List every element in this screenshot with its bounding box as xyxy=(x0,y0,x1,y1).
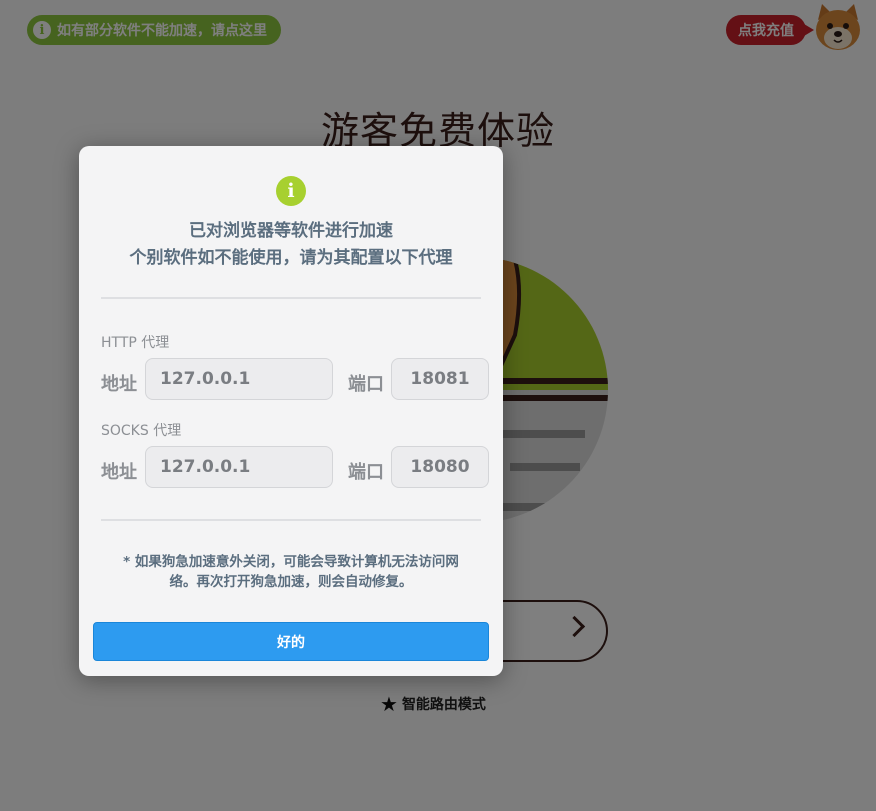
warning-footnote: * 如果狗急加速意外关闭，可能会导致计算机无法访问网 络。再次打开狗急加速，则会… xyxy=(95,552,487,592)
socks-port-value: 18080 xyxy=(410,457,470,477)
http-port-label: 端口 xyxy=(348,374,384,395)
http-address-value: 127.0.0.1 xyxy=(160,369,251,389)
dialog-title-line2: 个别软件如不能使用，请为其配置以下代理 xyxy=(129,248,453,268)
divider xyxy=(101,297,481,299)
socks-address-field[interactable]: 127.0.0.1 xyxy=(145,446,333,488)
http-address-label: 地址 xyxy=(101,374,137,395)
ok-button-label: 好的 xyxy=(277,634,305,651)
socks-port-label: 端口 xyxy=(348,462,384,483)
dialog-title: 已对浏览器等软件进行加速 个别软件如不能使用，请为其配置以下代理 xyxy=(79,218,503,272)
http-section-label: HTTP 代理 xyxy=(101,335,170,351)
http-port-field[interactable]: 18081 xyxy=(391,358,489,400)
ok-button[interactable]: 好的 xyxy=(93,622,489,661)
socks-port-field[interactable]: 18080 xyxy=(391,446,489,488)
footnote-line2: 络。再次打开狗急加速，则会自动修复。 xyxy=(169,574,413,590)
http-port-value: 18081 xyxy=(410,369,470,389)
dialog-title-line1: 已对浏览器等软件进行加速 xyxy=(189,221,393,241)
socks-address-label: 地址 xyxy=(101,462,137,483)
footnote-line1: * 如果狗急加速意外关闭，可能会导致计算机无法访问网 xyxy=(123,554,459,570)
divider xyxy=(101,519,481,521)
socks-address-value: 127.0.0.1 xyxy=(160,457,251,477)
http-address-field[interactable]: 127.0.0.1 xyxy=(145,358,333,400)
socks-section-label: SOCKS 代理 xyxy=(101,423,182,439)
proxy-info-dialog: i 已对浏览器等软件进行加速 个别软件如不能使用，请为其配置以下代理 HTTP … xyxy=(79,146,503,676)
info-icon: i xyxy=(276,176,306,206)
